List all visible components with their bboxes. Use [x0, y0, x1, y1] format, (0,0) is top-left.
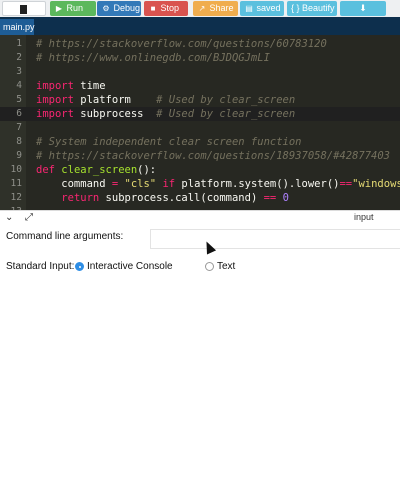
line-number: 3 [16, 66, 22, 77]
run-label: Run [66, 3, 84, 13]
code-line[interactable]: 10 def clear_screen(): [0, 163, 400, 177]
code-text: command = "cls" if platform.system().low… [36, 178, 400, 190]
tab-main-py[interactable]: main.py [0, 19, 35, 35]
code-line[interactable]: 5 import platform # Used by clear_screen [0, 93, 400, 107]
toolbar: ▶ Run ⚙ Debug ■ Stop ↗ Share ▤ saved { }… [0, 0, 400, 17]
code-text: return subprocess.call(command) == 0 [61, 192, 289, 204]
code-text: import time [36, 80, 106, 92]
run-button[interactable]: ▶ Run [50, 1, 96, 16]
line-number: 11 [10, 178, 22, 189]
stop-label: Stop [160, 3, 180, 13]
save-icon: ▤ [245, 4, 253, 13]
command-line-arguments-input[interactable] [150, 229, 400, 249]
download-button[interactable]: ⬇ [340, 1, 386, 16]
beautify-button[interactable]: { } Beautify [287, 1, 337, 16]
line-number: 9 [16, 150, 22, 161]
code-text: import platform # Used by clear_screen [36, 94, 296, 106]
saved-label: saved [256, 3, 281, 13]
line-number: 8 [16, 136, 22, 147]
text-radio[interactable] [205, 262, 214, 271]
standard-input-label: Standard Input: [6, 261, 75, 272]
code-text: # https://stackoverflow.com/questions/18… [36, 150, 391, 162]
debug-label: Debug [113, 3, 141, 13]
play-icon: ▶ [55, 4, 63, 13]
code-line[interactable]: 12 return subprocess.call(command) == 0 [0, 191, 400, 205]
code-text: import subprocess # Used by clear_screen [36, 108, 296, 120]
share-label: Share [209, 3, 234, 13]
file-tab-bar: main.py [0, 17, 400, 35]
line-number: 7 [16, 122, 22, 133]
chevron-down-icon[interactable]: ⌄ [5, 211, 13, 225]
code-text: def clear_screen(): [36, 164, 157, 176]
line-number: 12 [10, 192, 22, 203]
debug-button[interactable]: ⚙ Debug [97, 1, 141, 16]
code-line[interactable]: 8 # System independent clear screen funct… [0, 135, 400, 149]
code-text: # System independent clear screen functi… [36, 136, 302, 148]
code-text: # https://www.onlinegdb.com/BJDQGJmLI [36, 52, 270, 64]
code-line[interactable]: 9 # https://stackoverflow.com/questions/1… [0, 149, 400, 163]
expand-icon[interactable]: ⤢ [25, 211, 33, 225]
io-panel-header: ⌄ ⤢ input [0, 210, 400, 224]
line-number: 10 [10, 164, 22, 175]
line-number: 4 [16, 80, 22, 91]
code-line[interactable]: 7 [0, 121, 400, 135]
file-menu-button[interactable] [2, 1, 46, 16]
file-icon [20, 5, 27, 14]
beautify-label: { } Beautify [291, 3, 335, 13]
line-number: 1 [16, 38, 22, 49]
interactive-console-radio[interactable] [75, 262, 84, 271]
code-editor[interactable]: 1 # https://stackoverflow.com/questions/6… [0, 35, 400, 210]
line-number: 5 [16, 94, 22, 105]
text-option-label[interactable]: Text [217, 261, 235, 272]
stop-button[interactable]: ■ Stop [144, 1, 188, 16]
code-line[interactable]: 11 command = "cls" if platform.system().… [0, 177, 400, 191]
code-line[interactable]: 2 # https://www.onlinegdb.com/BJDQGJmLI [0, 51, 400, 65]
code-line[interactable]: 1 # https://stackoverflow.com/questions/6… [0, 37, 400, 51]
code-line[interactable]: 4 import time [0, 79, 400, 93]
line-number: 6 [16, 108, 22, 119]
code-line[interactable]: 6 import subprocess # Used by clear_scree… [0, 107, 400, 121]
code-line[interactable]: 3 [0, 65, 400, 79]
save-button[interactable]: ▤ saved [240, 1, 284, 16]
bug-icon: ⚙ [102, 4, 110, 13]
input-panel-label: input [354, 212, 374, 222]
command-line-arguments-label: Command line arguments: [6, 231, 124, 242]
code-text: # https://stackoverflow.com/questions/60… [36, 38, 327, 50]
share-icon: ↗ [198, 4, 206, 13]
stop-icon: ■ [150, 4, 156, 13]
share-button[interactable]: ↗ Share [193, 1, 238, 16]
interactive-console-label[interactable]: Interactive Console [87, 261, 173, 272]
download-icon: ⬇ [359, 3, 367, 13]
line-number: 2 [16, 52, 22, 63]
